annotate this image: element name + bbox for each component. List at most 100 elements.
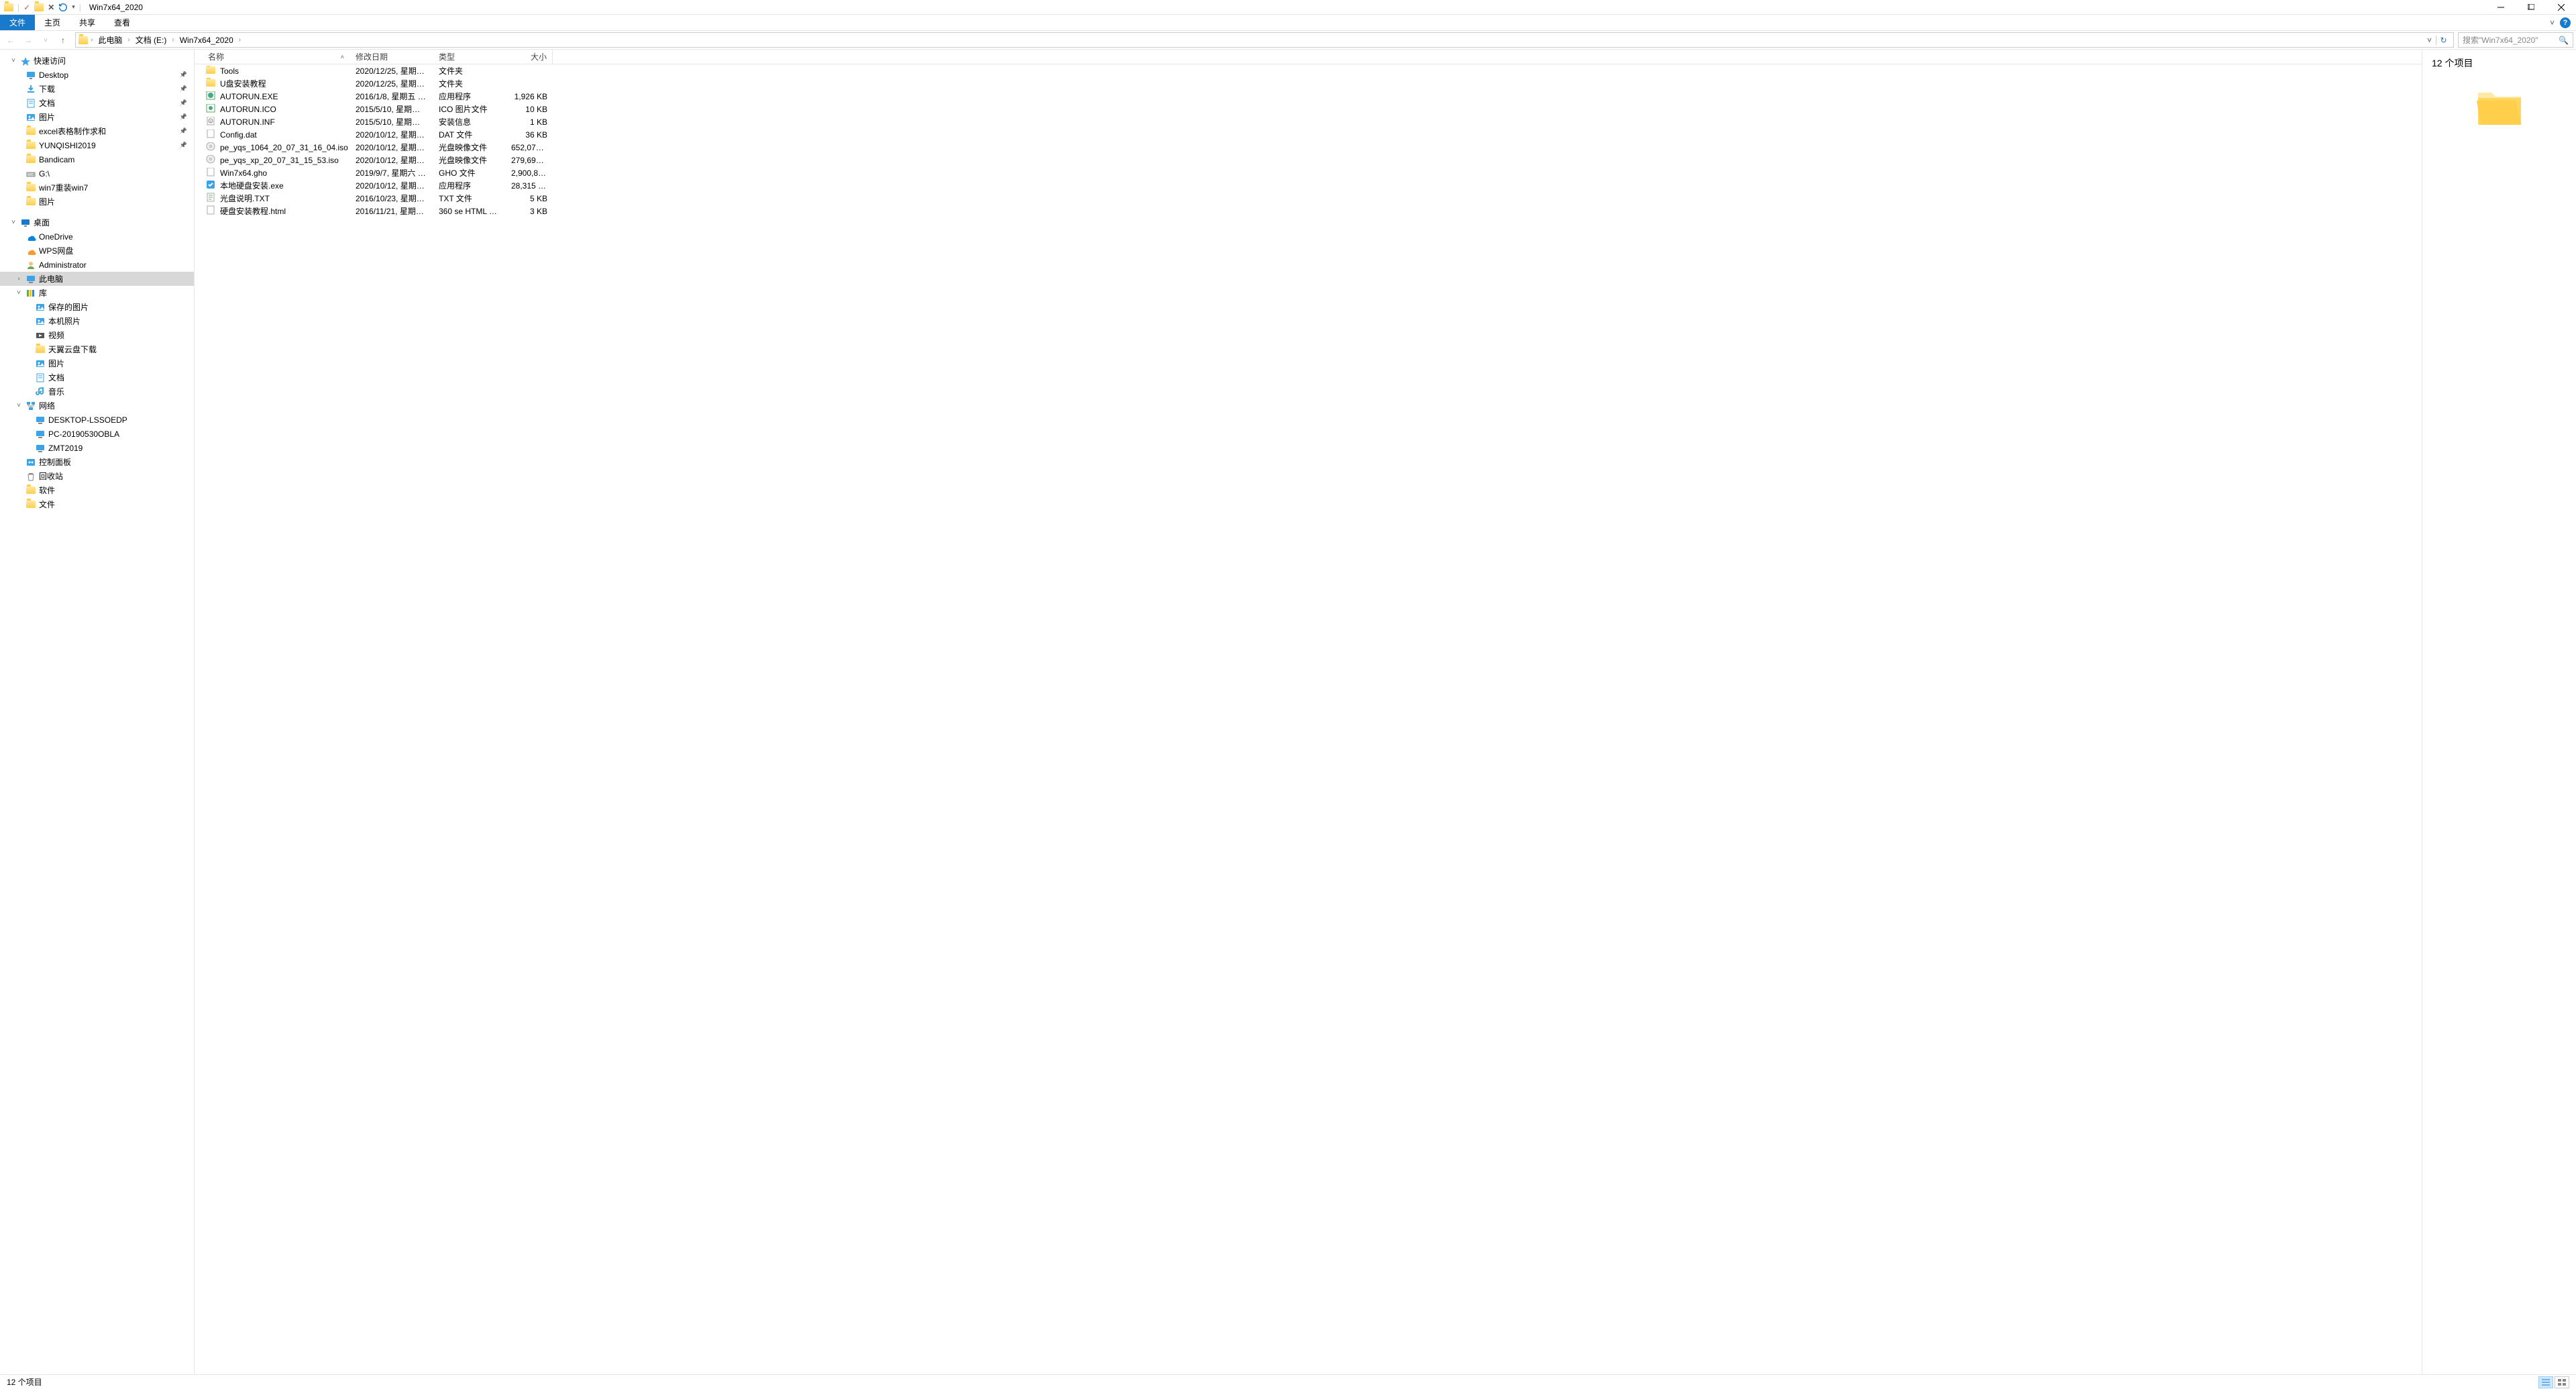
nav-item[interactable]: 软件 (0, 483, 194, 497)
nav-history-dropdown[interactable]: ˅ (38, 32, 54, 48)
nav-item-label: 保存的图片 (48, 301, 89, 313)
nav-up-button[interactable]: ↑ (55, 32, 71, 48)
file-name: AUTORUN.INF (220, 117, 275, 127)
chevron-down-icon[interactable]: ˅ (15, 402, 23, 409)
nav-forward-button[interactable]: → (20, 32, 36, 48)
nav-item[interactable]: 控制面板 (0, 455, 194, 469)
column-date[interactable]: 修改日期 (350, 50, 433, 64)
chevron-right-icon[interactable]: › (237, 36, 242, 44)
file-name-cell: Config.dat (195, 130, 350, 140)
nav-back-button[interactable]: ← (3, 32, 19, 48)
nav-item[interactable]: 图片 (0, 195, 194, 209)
view-details-button[interactable] (2538, 1376, 2553, 1388)
tab-share[interactable]: 共享 (70, 15, 105, 30)
nav-item[interactable]: Administrator (0, 258, 194, 272)
details-pane: 12 个项目 (2422, 50, 2576, 1374)
file-rows[interactable]: Tools2020/12/25, 星期五 1...文件夹U盘安装教程2020/1… (195, 64, 2422, 1374)
nav-item[interactable]: 视频 (0, 328, 194, 342)
file-type: 安装信息 (433, 116, 506, 127)
nav-item[interactable]: 音乐 (0, 384, 194, 399)
column-size[interactable]: 大小 (506, 50, 553, 64)
nav-item[interactable]: 图片 (0, 356, 194, 370)
nav-item-label: Administrator (39, 260, 87, 270)
nav-item[interactable]: 文档 (0, 370, 194, 384)
file-name: Win7x64.gho (220, 168, 267, 178)
nav-item[interactable]: ›此电脑 (0, 272, 194, 286)
breadcrumb-item-2[interactable]: Win7x64_2020 (177, 36, 236, 45)
file-row[interactable]: AUTORUN.EXE2016/1/8, 星期五 04:...应用程序1,926… (195, 90, 2422, 103)
nav-item-label: 文件 (39, 499, 55, 510)
search-input[interactable]: 搜索"Win7x64_2020" 🔍 (2458, 32, 2573, 48)
nav-item[interactable]: win7重装win7 (0, 181, 194, 195)
file-row[interactable]: 硬盘安装教程.html2016/11/21, 星期一 2...360 se HT… (195, 205, 2422, 217)
computer-icon (35, 415, 46, 425)
tab-view[interactable]: 查看 (105, 15, 140, 30)
chevron-right-icon[interactable]: › (89, 36, 94, 44)
chevron-right-icon[interactable]: › (126, 36, 131, 44)
tab-file[interactable]: 文件 (0, 15, 35, 30)
nav-item[interactable]: G:\ (0, 166, 194, 181)
chevron-down-icon[interactable]: ˅ (9, 219, 17, 226)
nav-item[interactable]: DESKTOP-LSSOEDP (0, 413, 194, 427)
nav-item[interactable]: excel表格制作求和📌 (0, 124, 194, 138)
breadcrumb-item-1[interactable]: 文档 (E:) (133, 34, 170, 46)
navigation-tree[interactable]: ˅快速访问Desktop📌下载📌文档📌图片📌excel表格制作求和📌YUNQIS… (0, 50, 195, 1374)
breadcrumb[interactable]: › 此电脑 › 文档 (E:) › Win7x64_2020 › ˅ ↻ (75, 32, 2454, 48)
chevron-down-icon[interactable]: ˅ (9, 57, 17, 64)
breadcrumb-item-0[interactable]: 此电脑 (95, 34, 125, 46)
nav-item[interactable]: ˅网络 (0, 399, 194, 413)
tab-home[interactable]: 主页 (35, 15, 70, 30)
column-name[interactable]: 名称˄ (195, 50, 350, 64)
column-type[interactable]: 类型 (433, 50, 506, 64)
nav-item[interactable]: Bandicam (0, 152, 194, 166)
view-icons-button[interactable] (2555, 1376, 2569, 1388)
nav-item[interactable]: 文档📌 (0, 96, 194, 110)
nav-item[interactable]: WPS网盘 (0, 244, 194, 258)
file-row[interactable]: Config.dat2020/10/12, 星期一 1...DAT 文件36 K… (195, 128, 2422, 141)
nav-item[interactable]: 图片📌 (0, 110, 194, 124)
content: 名称˄ 修改日期 类型 大小 Tools2020/12/25, 星期五 1...… (195, 50, 2576, 1374)
qat-dropdown-icon[interactable]: ▾ (72, 3, 75, 11)
file-row[interactable]: pe_yqs_xp_20_07_31_15_53.iso2020/10/12, … (195, 154, 2422, 166)
file-row[interactable]: U盘安装教程2020/12/25, 星期五 1...文件夹 (195, 77, 2422, 90)
nav-item[interactable]: ˅库 (0, 286, 194, 300)
qat-undo-icon[interactable] (58, 3, 68, 12)
refresh-button[interactable]: ↻ (2436, 36, 2451, 45)
file-name-cell: 光盘说明.TXT (195, 193, 350, 204)
file-row[interactable]: Win7x64.gho2019/9/7, 星期六 19:...GHO 文件2,9… (195, 166, 2422, 179)
file-row[interactable]: Tools2020/12/25, 星期五 1...文件夹 (195, 64, 2422, 77)
nav-item[interactable]: 保存的图片 (0, 300, 194, 314)
file-row[interactable]: AUTORUN.ICO2015/5/10, 星期日 02...ICO 图片文件1… (195, 103, 2422, 115)
file-size: 5 KB (506, 194, 553, 203)
chevron-right-icon[interactable]: › (170, 36, 175, 44)
chevron-down-icon[interactable]: ˅ (15, 289, 23, 297)
file-row[interactable]: 光盘说明.TXT2016/10/23, 星期日 0...TXT 文件5 KB (195, 192, 2422, 205)
nav-item[interactable]: ZMT2019 (0, 441, 194, 455)
maximize-button[interactable] (2516, 0, 2546, 15)
breadcrumb-dropdown-icon[interactable]: ˅ (2424, 36, 2434, 45)
nav-item[interactable]: OneDrive (0, 229, 194, 244)
nav-item[interactable]: Desktop📌 (0, 68, 194, 82)
nav-item[interactable]: ˅快速访问 (0, 54, 194, 68)
desktop-root-icon (20, 217, 31, 228)
nav-item[interactable]: 本机照片 (0, 314, 194, 328)
folder-icon (25, 154, 36, 165)
nav-item[interactable]: 文件 (0, 497, 194, 511)
file-row[interactable]: pe_yqs_1064_20_07_31_16_04.iso2020/10/12… (195, 141, 2422, 154)
nav-item[interactable]: ˅桌面 (0, 215, 194, 229)
chevron-right-icon[interactable]: › (15, 275, 23, 282)
ribbon-expand-icon[interactable]: ˅ (2550, 18, 2555, 28)
minimize-button[interactable] (2485, 0, 2516, 15)
nav-item[interactable]: 天翼云盘下载 (0, 342, 194, 356)
nav-item[interactable]: PC-20190530OBLA (0, 427, 194, 441)
file-row[interactable]: AUTORUN.INF2015/5/10, 星期日 02...安装信息1 KB (195, 115, 2422, 128)
nav-item[interactable]: YUNQISHI2019📌 (0, 138, 194, 152)
qat-newfolder-icon[interactable] (34, 3, 44, 11)
nav-item[interactable]: 回收站 (0, 469, 194, 483)
help-button[interactable]: ? (2560, 17, 2571, 28)
qat-delete-icon[interactable]: ✕ (48, 3, 54, 12)
nav-item[interactable]: 下载📌 (0, 82, 194, 96)
close-button[interactable] (2546, 0, 2576, 15)
qat-properties-icon[interactable]: ✓ (23, 3, 30, 12)
file-row[interactable]: 本地硬盘安装.exe2020/10/12, 星期一 1...应用程序28,315… (195, 179, 2422, 192)
